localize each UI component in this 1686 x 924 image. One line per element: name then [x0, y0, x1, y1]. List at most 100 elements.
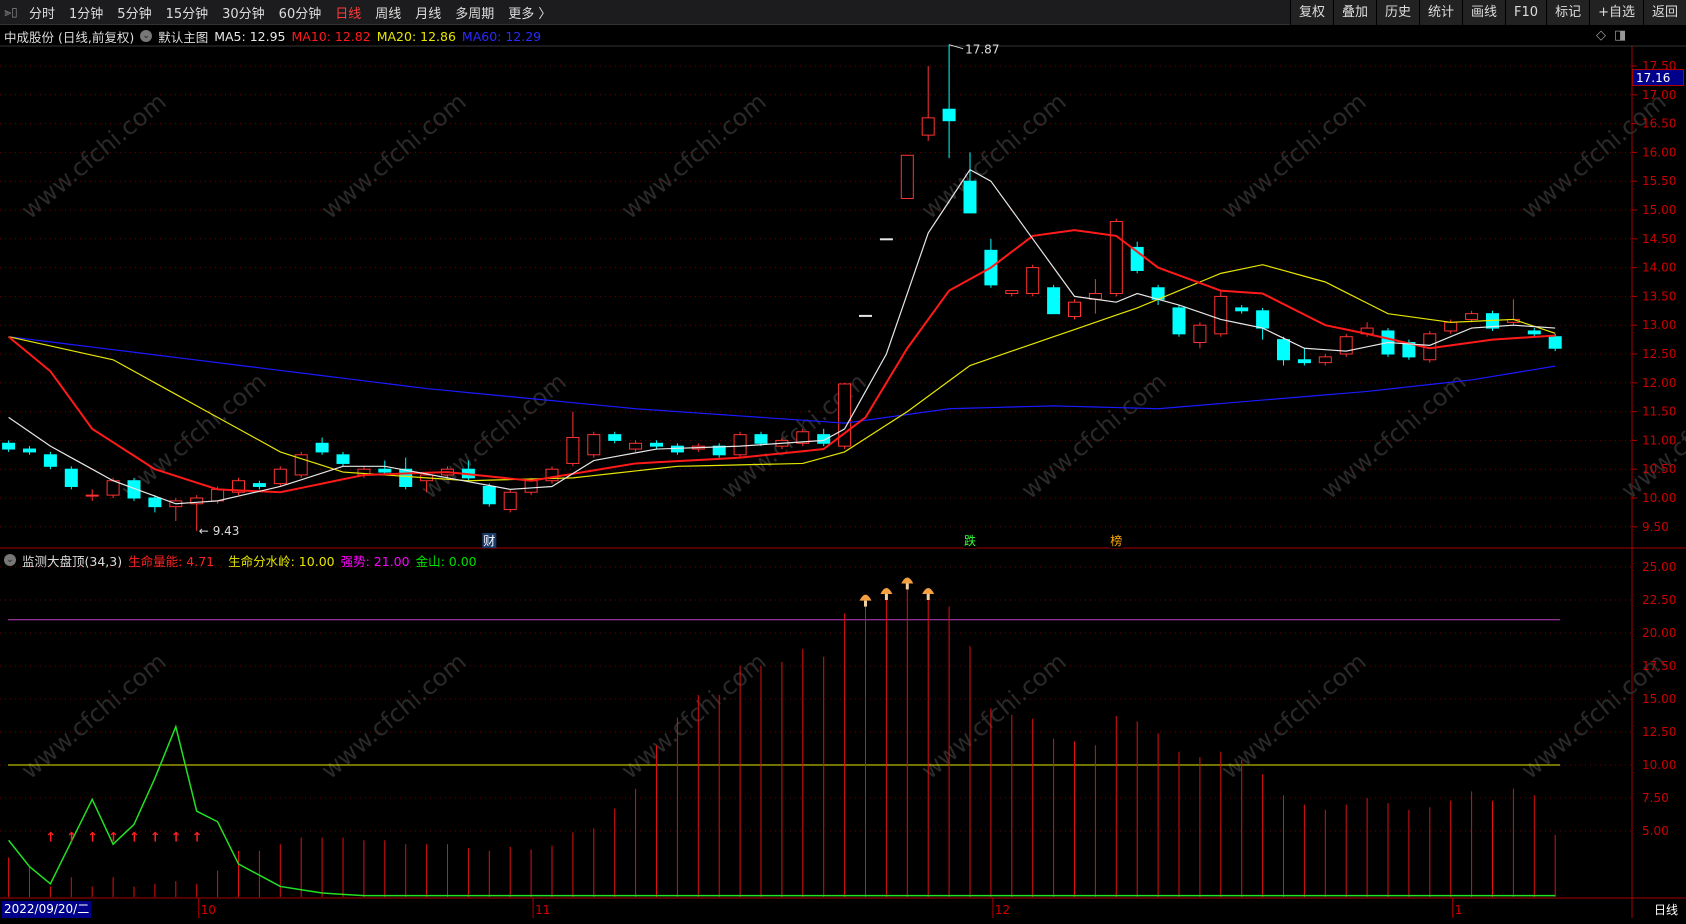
event-marker: 财 [483, 534, 495, 548]
watermark: www.cfchi.com [616, 87, 772, 224]
price-tick-label: 17.00 [1642, 88, 1676, 102]
candle [1318, 354, 1332, 366]
candle-body [859, 314, 872, 317]
mushroom-cap [859, 594, 872, 601]
candle-body [315, 442, 329, 453]
candle [64, 466, 78, 490]
price-tick-label: 12.00 [1642, 376, 1676, 390]
candle [169, 498, 183, 522]
candle [879, 238, 893, 241]
candle-body [900, 154, 914, 199]
price-tick-label: 13.50 [1642, 289, 1676, 303]
candle-body [43, 454, 57, 467]
price-tick-label: 11.50 [1642, 405, 1676, 419]
mushroom-cap [922, 588, 935, 594]
watermark: www.cfchi.com [16, 87, 172, 224]
candle-body [754, 434, 768, 444]
candle [900, 154, 914, 199]
watermark: www.cfchi.com [616, 647, 772, 784]
candle-body [1172, 307, 1186, 335]
candle-body [942, 108, 956, 122]
candle [859, 314, 872, 317]
candle-body [733, 434, 747, 456]
up-arrow-icon: ↑ [150, 831, 161, 846]
watermark: www.cfchi.com [1216, 87, 1372, 224]
mushroom-cap [901, 577, 914, 584]
low-price-label: 9.43 [213, 524, 240, 538]
low-arrow: ← [199, 524, 209, 538]
candle [273, 466, 287, 487]
candle [378, 460, 392, 475]
cursor-date-label: 2022/09/20/二 [2, 901, 92, 918]
candle [85, 489, 99, 501]
kline-chart[interactable]: www.cfchi.com www.cfchi.com www.cfchi.com w… [0, 0, 1686, 924]
candle-body [2, 442, 16, 450]
top-signal-icon [901, 577, 914, 590]
candle-body [1109, 221, 1123, 295]
current-price-tag: 17.16 [1632, 69, 1684, 86]
candle-body [629, 442, 643, 450]
price-tick-label: 10.00 [1642, 491, 1676, 505]
up-arrow-icon: ↑ [66, 831, 77, 846]
candle [629, 440, 643, 452]
price-tick-label: 15.50 [1642, 174, 1676, 188]
candle-body [503, 491, 517, 511]
candle-body [650, 442, 663, 447]
candle-body [524, 480, 538, 493]
event-marker: 跌 [964, 533, 976, 548]
mushroom-stem [884, 594, 888, 600]
candle [1256, 307, 1270, 340]
up-arrow-icon: ↑ [108, 831, 119, 846]
top-signal-icon [922, 588, 935, 600]
candle [1047, 284, 1061, 315]
indicator-tick-label: 20.00 [1642, 626, 1676, 640]
candle-body [1256, 310, 1270, 329]
candle [1109, 218, 1123, 297]
candle-body [148, 497, 162, 508]
price-tick-label: 12.50 [1642, 347, 1676, 361]
candle [587, 431, 601, 458]
candle-body [64, 468, 78, 487]
candle-body [1548, 336, 1562, 349]
indicator-tick-label: 25.00 [1642, 560, 1676, 574]
up-arrow-icon: ↑ [171, 831, 182, 846]
candle [1193, 322, 1207, 349]
candle-body [1068, 301, 1081, 318]
candle-body [252, 483, 266, 487]
top-signal-icon [859, 594, 872, 607]
price-tick-label: 10.50 [1642, 462, 1676, 476]
price-tick-label: 13.00 [1642, 318, 1676, 332]
mushroom-stem [864, 600, 867, 607]
top-signal-icon [880, 588, 893, 600]
watermark: www.cfchi.com [316, 647, 472, 784]
watermark: www.cfchi.com [316, 87, 472, 224]
candle [503, 489, 517, 513]
month-label: 12 [995, 903, 1010, 917]
watermark: www.cfchi.com [916, 87, 1072, 224]
candle [232, 477, 245, 496]
watermark: www.cfchi.com [16, 647, 172, 784]
candle [1339, 333, 1353, 357]
candle [733, 431, 747, 458]
candle-body [482, 485, 496, 505]
candle-body [587, 434, 601, 456]
mushroom-stem [905, 583, 909, 590]
watermark: www.cfchi.com [916, 647, 1072, 784]
candle [796, 428, 810, 447]
candle-body [23, 448, 36, 453]
up-arrow-icon: ↑ [45, 831, 56, 846]
candle-body [1297, 359, 1311, 364]
high-price-label: 17.87 [965, 43, 999, 57]
candle [942, 44, 956, 159]
candle [838, 382, 852, 450]
candle-body [608, 434, 622, 441]
candle-body [921, 117, 935, 136]
event-marker: 榜 [1110, 533, 1122, 548]
candle [921, 66, 935, 141]
candle [545, 466, 559, 484]
indicator-tick-label: 10.00 [1642, 758, 1676, 772]
candle-body [1465, 313, 1479, 320]
candle [1235, 305, 1249, 314]
price-tick-label: 14.50 [1642, 232, 1676, 246]
candle-body [336, 454, 350, 464]
